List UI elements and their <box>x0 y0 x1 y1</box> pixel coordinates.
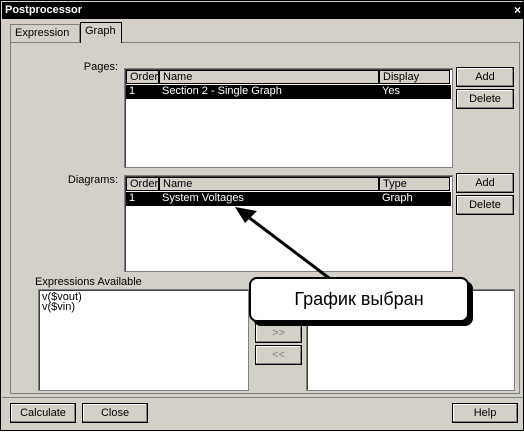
calculate-button[interactable]: Calculate <box>10 403 76 423</box>
tab-graph-label: Graph <box>85 25 116 37</box>
callout-arrow <box>235 207 334 283</box>
close-button[interactable]: Close <box>82 403 148 423</box>
tab-graph[interactable]: Graph <box>80 22 122 43</box>
help-button[interactable]: Help <box>452 403 518 423</box>
footer-divider <box>2 397 523 398</box>
postprocessor-window: Postprocessor × Expression Graph Pages: … <box>0 0 524 431</box>
callout-label: График выбран <box>249 277 469 322</box>
